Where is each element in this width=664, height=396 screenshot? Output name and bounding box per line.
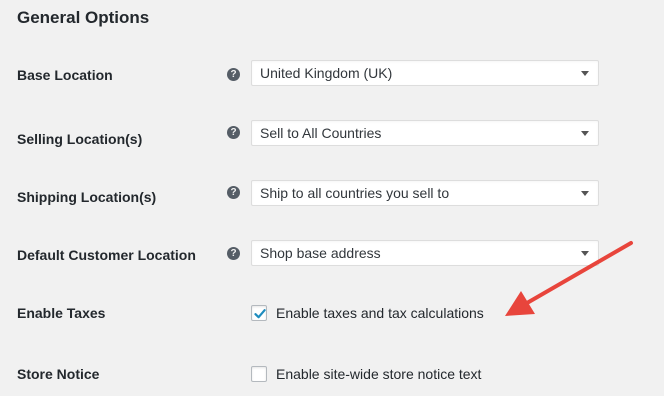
store-notice-label: Store Notice: [17, 366, 100, 382]
selling-locations-select[interactable]: Sell to All Countries: [251, 120, 599, 146]
store-notice-row: Store Notice Enable site-wide store noti…: [0, 359, 664, 389]
help-icon[interactable]: ?: [227, 126, 240, 139]
chevron-down-icon: [581, 191, 589, 196]
enable-taxes-checkbox[interactable]: [251, 305, 267, 321]
store-notice-checkbox-label: Enable site-wide store notice text: [276, 366, 482, 382]
store-notice-option[interactable]: Enable site-wide store notice text: [251, 359, 481, 389]
base-location-value: United Kingdom (UK): [260, 65, 393, 81]
default-customer-location-row: Default Customer Location ? Shop base ad…: [0, 240, 664, 270]
selling-locations-label: Selling Location(s): [17, 131, 143, 147]
shipping-locations-row: Shipping Location(s) ? Ship to all count…: [0, 180, 664, 210]
chevron-down-icon: [581, 251, 589, 256]
default-customer-location-label: Default Customer Location: [17, 247, 196, 263]
help-icon[interactable]: ?: [227, 186, 240, 199]
base-location-label: Base Location: [17, 67, 113, 83]
selling-locations-row: Selling Location(s) ? Sell to All Countr…: [0, 120, 664, 150]
enable-taxes-checkbox-label: Enable taxes and tax calculations: [276, 305, 484, 321]
chevron-down-icon: [581, 131, 589, 136]
base-location-row: Base Location ? United Kingdom (UK): [0, 60, 664, 90]
shipping-locations-select[interactable]: Ship to all countries you sell to: [251, 180, 599, 206]
default-customer-location-value: Shop base address: [260, 245, 381, 261]
store-notice-checkbox[interactable]: [251, 366, 267, 382]
shipping-locations-value: Ship to all countries you sell to: [260, 185, 450, 201]
enable-taxes-label: Enable Taxes: [17, 305, 106, 321]
default-customer-location-select[interactable]: Shop base address: [251, 240, 599, 266]
help-icon[interactable]: ?: [227, 247, 240, 260]
shipping-locations-label: Shipping Location(s): [17, 189, 157, 205]
checkmark-icon: [254, 309, 266, 319]
chevron-down-icon: [581, 71, 589, 76]
enable-taxes-option[interactable]: Enable taxes and tax calculations: [251, 298, 484, 328]
enable-taxes-row: Enable Taxes Enable taxes and tax calcul…: [0, 298, 664, 328]
base-location-select[interactable]: United Kingdom (UK): [251, 60, 599, 86]
section-title: General Options: [17, 8, 150, 27]
help-icon[interactable]: ?: [227, 68, 240, 81]
selling-locations-value: Sell to All Countries: [260, 125, 382, 141]
